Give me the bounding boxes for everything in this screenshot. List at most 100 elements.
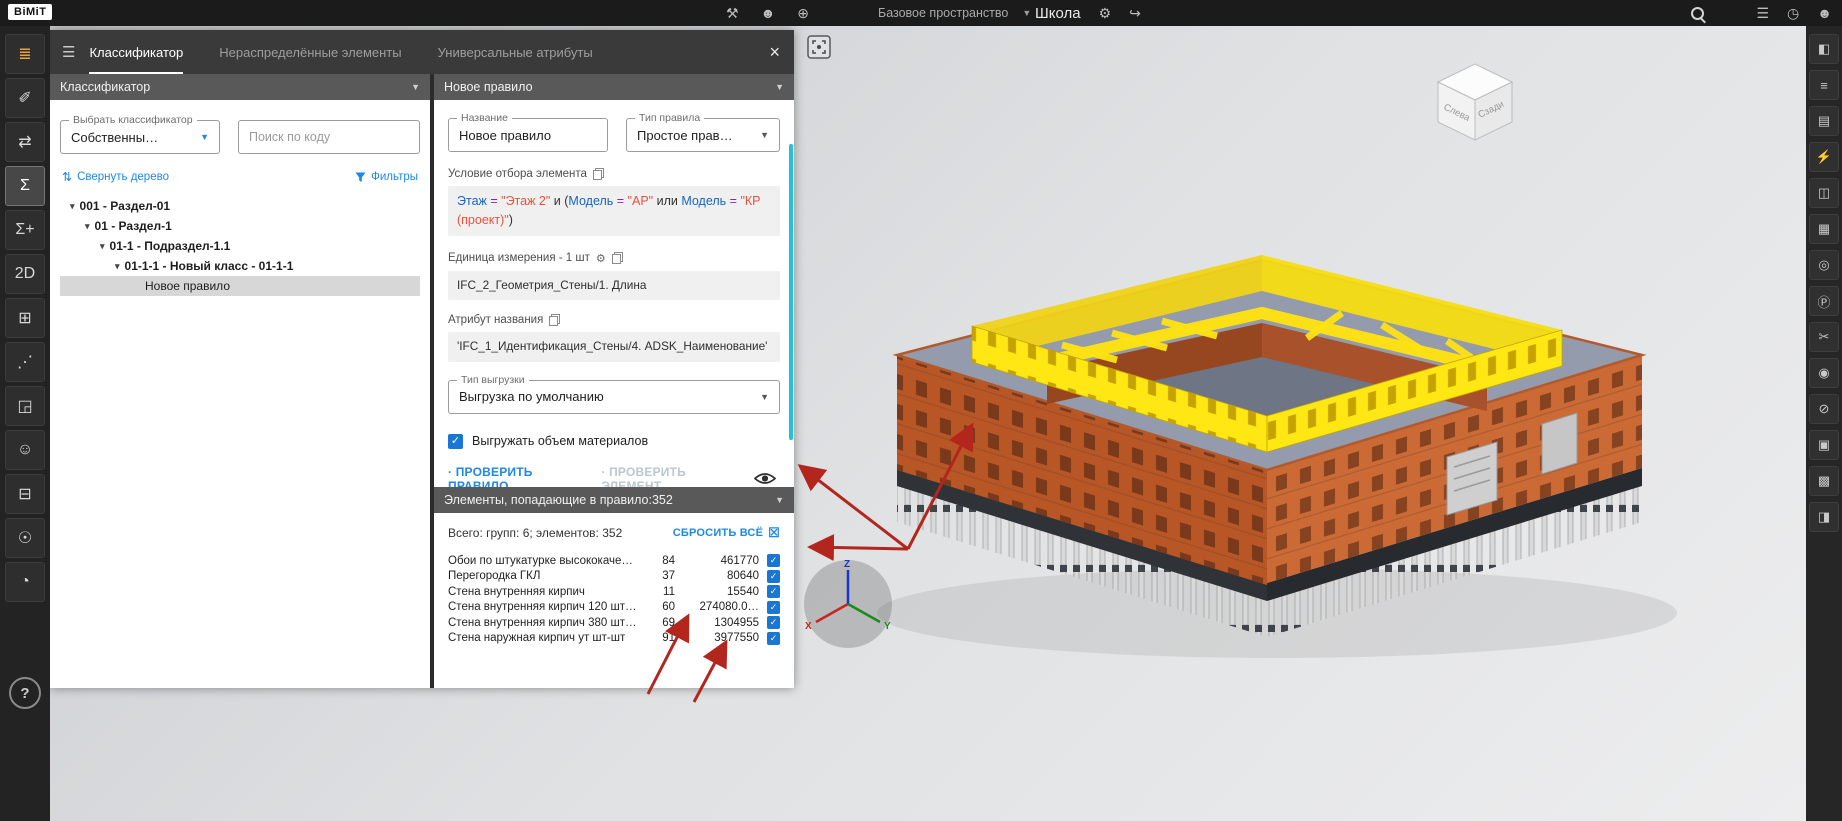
help-icon[interactable]: ? <box>9 677 41 709</box>
chart-icon[interactable]: ⋰ <box>5 342 45 382</box>
elements-section-header[interactable]: Элементы, попадающие в правило:352 ▼ <box>434 487 794 513</box>
layers-icon[interactable]: ≡ <box>1809 70 1839 100</box>
axis-x-label: X <box>805 621 812 632</box>
hide-icon[interactable]: ⊘ <box>1809 394 1839 424</box>
plan-icon[interactable]: Ⓟ <box>1809 286 1839 316</box>
unit-label: Единица измерения - 1 шт <box>448 252 590 264</box>
caret-down-icon[interactable]: ▾ <box>100 241 105 252</box>
classifier-plus-icon[interactable]: Σ+ <box>5 210 45 250</box>
collapse-tree-button[interactable]: ⇅ Свернуть дерево <box>62 170 169 184</box>
grid-icon[interactable]: ▦ <box>1809 214 1839 244</box>
plugins-icon[interactable]: ◲ <box>5 386 45 426</box>
condition-box[interactable]: Этаж = "Этаж 2" и (Модель = "АР" или Мод… <box>448 186 780 236</box>
hierarchy-icon[interactable]: ⊞ <box>5 298 45 338</box>
row-checkbox[interactable]: ✓ <box>767 616 780 629</box>
check-rule-button[interactable]: ПРОВЕРИТЬ ПРАВИЛО <box>448 465 585 487</box>
caret-down-icon[interactable]: ▾ <box>115 261 120 272</box>
attribute-value[interactable]: 'IFC_1_Идентификация_Стены/4. ADSK_Наиме… <box>448 332 780 362</box>
search-icon[interactable] <box>1691 7 1704 20</box>
menu-icon[interactable]: ☰ <box>1756 6 1769 20</box>
tree-item[interactable]: ▾001 - Раздел-01 <box>60 196 420 216</box>
classifier-header-label: Классификатор <box>60 80 150 94</box>
element-row[interactable]: Стена внутренняя кирпич1115540✓ <box>448 584 780 600</box>
code-search-input[interactable]: Поиск по коду <box>238 120 420 154</box>
toolbox-icon[interactable]: ⚒ <box>726 6 739 20</box>
tab-2[interactable]: Нераспределённые элементы <box>219 30 401 74</box>
application-window: Слева Сзади Z X Y BiMiT ⚒ ☻ ⊕ Базовое пр… <box>0 0 1842 821</box>
element-row[interactable]: Перегородка ГКЛ3780640✓ <box>448 569 780 585</box>
row-checkbox[interactable]: ✓ <box>767 554 780 567</box>
element-row[interactable]: Стена внутренняя кирпич 380 шт-шт6913049… <box>448 615 780 631</box>
element-row[interactable]: Обои по штукатурке высококачественной844… <box>448 553 780 569</box>
links-icon[interactable]: ⇄ <box>5 122 45 162</box>
row-checkbox[interactable]: ✓ <box>767 570 780 583</box>
dashboard-icon[interactable]: ◔ <box>5 562 45 602</box>
eye-icon[interactable] <box>754 471 776 486</box>
classifier-select[interactable]: Выбрать классификатор Собственны… ▼ <box>60 120 220 154</box>
tree-item[interactable]: ▾01-1-1 - Новый класс - 01-1-1 <box>60 256 420 276</box>
axis-gizmo[interactable]: Z X Y <box>800 556 896 652</box>
2d-view-icon[interactable]: 2D <box>5 254 45 294</box>
workspace-globe-icon[interactable]: ⊕ <box>797 6 809 20</box>
shared-folder-icon[interactable]: ⊟ <box>5 474 45 514</box>
element-row[interactable]: Стена наружная кирпич ут шт-шт913977550✓ <box>448 631 780 647</box>
focus-icon[interactable]: ◎ <box>1809 250 1839 280</box>
fit-view-icon[interactable] <box>806 34 832 60</box>
tab-1[interactable]: Классификатор <box>89 30 183 74</box>
account-icon[interactable]: ☻ <box>1817 6 1832 20</box>
magnet-icon[interactable]: ⚡ <box>1809 142 1839 172</box>
export-type-select[interactable]: Тип выгрузки Выгрузка по умолчанию ▼ <box>448 380 780 414</box>
tree-item[interactable]: Новое правило <box>60 276 420 296</box>
element-row[interactable]: Стена внутренняя кирпич 120 шт-шт6027408… <box>448 600 780 616</box>
copy-icon[interactable] <box>593 168 604 180</box>
copy-icon[interactable] <box>612 252 623 264</box>
tab-3[interactable]: Универсальные атрибуты <box>438 30 593 74</box>
caret-down-icon[interactable]: ▾ <box>85 221 90 232</box>
history-icon[interactable]: ◷ <box>1787 6 1799 20</box>
classifier-section-header[interactable]: Классификатор ▼ <box>50 74 430 100</box>
workspace-select[interactable]: Базовое пространство ▼ <box>878 0 1031 26</box>
panels-icon[interactable]: ▤ <box>1809 106 1839 136</box>
share-icon[interactable]: ↪ <box>1129 6 1141 20</box>
type-field-label: Тип правила <box>635 112 704 124</box>
settings-icon[interactable]: ⚙ <box>1099 6 1112 20</box>
structure-tree-icon[interactable]: ≣ <box>5 34 45 74</box>
section-icon[interactable]: ✂ <box>1809 322 1839 352</box>
filters-button[interactable]: Фильтры <box>355 171 418 183</box>
close-panel-icon[interactable]: × <box>769 43 780 61</box>
path-icon[interactable]: ✐ <box>5 78 45 118</box>
row-checkbox[interactable]: ✓ <box>767 601 780 614</box>
rule-name-input[interactable]: Название Новое правило <box>448 118 608 152</box>
row-checkbox[interactable]: ✓ <box>767 585 780 598</box>
material-icon[interactable]: ◨ <box>1809 502 1839 532</box>
panel-toggle-icon[interactable]: ☰ <box>62 43 75 61</box>
copy-icon[interactable] <box>549 314 560 326</box>
orbit-icon[interactable]: ◧ <box>1809 34 1839 64</box>
element-rows: Обои по штукатурке высококачественной844… <box>448 553 780 646</box>
isolate-icon[interactable]: ▣ <box>1809 430 1839 460</box>
app-logo[interactable]: BiMiT <box>8 4 52 20</box>
reset-all-button[interactable]: СБРОСИТЬ ВСЁ ☒ <box>673 525 780 541</box>
tree-item[interactable]: ▾01 - Раздел-1 <box>60 216 420 236</box>
tree-item[interactable]: ▾01-1 - Подраздел-1.1 <box>60 236 420 256</box>
building-model[interactable] <box>862 205 1692 675</box>
users-icon[interactable]: ☺ <box>5 430 45 470</box>
scrollbar-thumb[interactable] <box>789 144 793 440</box>
navigation-cube[interactable]: Слева Сзади <box>1418 52 1532 148</box>
check-element-button[interactable]: ПРОВЕРИТЬ ЭЛЕМЕНТ <box>601 465 738 487</box>
gear-icon[interactable]: ⚙ <box>596 252 606 265</box>
show-icon[interactable]: ◉ <box>1809 358 1839 388</box>
axis-z-label: Z <box>844 559 850 570</box>
caret-down-icon[interactable]: ▾ <box>70 201 75 212</box>
box-icon[interactable]: ◫ <box>1809 178 1839 208</box>
unit-value[interactable]: IFC_2_Геометрия_Стены/1. Длина <box>448 271 780 301</box>
pattern-icon[interactable]: ▩ <box>1809 466 1839 496</box>
user-location-icon[interactable]: ☉ <box>5 518 45 558</box>
panel-tabs: Классификатор Нераспределённые элементы Ун… <box>89 30 592 74</box>
users-icon[interactable]: ☻ <box>761 6 776 20</box>
materials-checkbox[interactable]: ✓ <box>448 434 463 449</box>
classifier-icon[interactable]: Σ <box>5 166 45 206</box>
rule-section-header[interactable]: Новое правило ▼ <box>434 74 794 100</box>
rule-type-select[interactable]: Тип правила Простое прав… ▼ <box>626 118 780 152</box>
row-checkbox[interactable]: ✓ <box>767 632 780 645</box>
